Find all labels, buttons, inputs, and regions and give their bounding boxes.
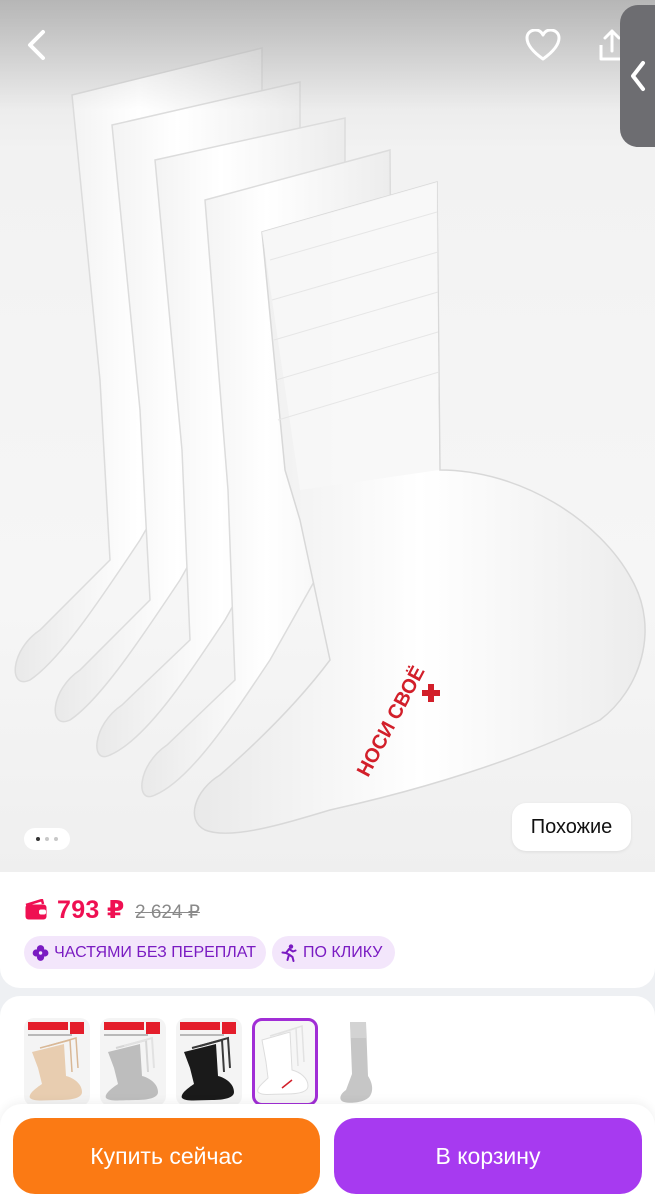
sock-image bbox=[29, 1037, 83, 1101]
clover-icon bbox=[32, 944, 49, 961]
price-card bbox=[0, 872, 655, 988]
favorite-button[interactable] bbox=[520, 22, 566, 68]
installments-label: ЧАСТЯМИ БЕЗ ПЕРЕПЛАТ bbox=[54, 943, 256, 961]
pagination-dot bbox=[54, 837, 58, 841]
variant-thumb-white[interactable] bbox=[252, 1018, 318, 1106]
side-panel-tab[interactable] bbox=[620, 5, 655, 147]
product-image: НОСИ СВОЁ bbox=[14, 47, 646, 834]
gallery-pagination bbox=[24, 828, 70, 850]
variant-thumb-beige[interactable] bbox=[24, 1018, 90, 1106]
one-click-label: ПО КЛИКУ bbox=[303, 943, 383, 961]
pagination-dot bbox=[45, 837, 49, 841]
wallet-icon bbox=[25, 899, 47, 920]
sock-image bbox=[181, 1036, 234, 1101]
chevron-left-icon bbox=[631, 61, 645, 91]
sock-image bbox=[340, 1022, 373, 1103]
back-button[interactable] bbox=[14, 22, 60, 68]
product-gallery[interactable]: НОСИ СВОЁ Похожие bbox=[0, 0, 655, 872]
sock-image bbox=[105, 1036, 158, 1101]
old-price: 2 624 ₽ bbox=[135, 902, 200, 923]
heart-icon bbox=[525, 29, 561, 61]
chevron-left-icon bbox=[28, 30, 45, 60]
variant-thumb-grey-single[interactable] bbox=[330, 1018, 396, 1106]
one-click-chip[interactable]: ПО КЛИКУ bbox=[272, 936, 395, 969]
current-price: 793 ₽ bbox=[57, 896, 125, 924]
variant-thumb-grey[interactable] bbox=[100, 1018, 166, 1106]
buy-now-button[interactable]: Купить сейчас bbox=[13, 1118, 320, 1194]
add-to-cart-button[interactable]: В корзину bbox=[334, 1118, 642, 1194]
variant-thumb-black[interactable] bbox=[176, 1018, 242, 1106]
similar-button[interactable]: Похожие bbox=[512, 803, 631, 851]
running-person-icon bbox=[281, 943, 297, 962]
installments-chip[interactable]: ЧАСТЯМИ БЕЗ ПЕРЕПЛАТ bbox=[24, 936, 266, 969]
pagination-dot bbox=[36, 837, 40, 841]
sock-image bbox=[257, 1024, 309, 1095]
